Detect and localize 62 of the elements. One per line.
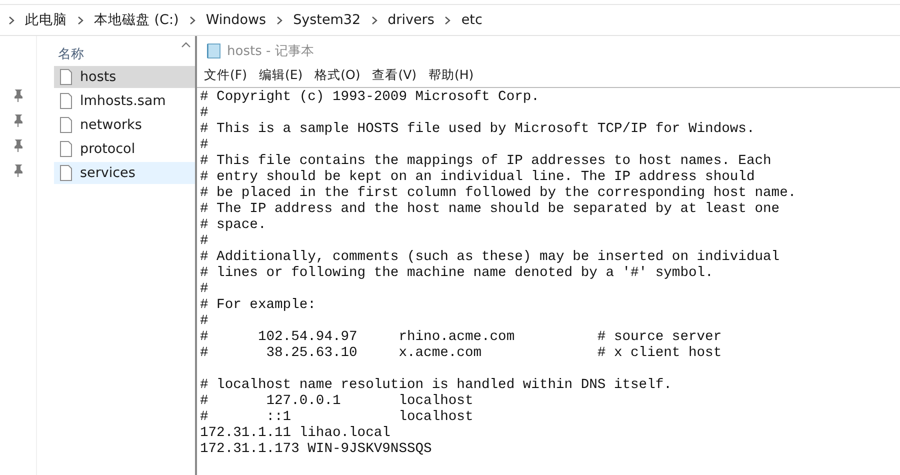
text-line: # Additionally, comments (such as these) may be inserted on individual bbox=[200, 250, 781, 266]
text-line: 172.31.1.173 WIN-9JSKV9NSSQS bbox=[200, 442, 433, 458]
text-line: # 127.0.0.1 localhost bbox=[200, 394, 474, 410]
text-line: # ::1 localhost bbox=[200, 410, 474, 426]
text-line: # bbox=[200, 106, 210, 122]
breadcrumb-item[interactable]: System32 bbox=[293, 12, 361, 28]
sort-caret-icon[interactable] bbox=[181, 42, 191, 48]
text-line: # This is a sample HOSTS file used by Microsoft TCP/IP for Windows. bbox=[200, 122, 756, 138]
text-line: # entry should be kept on an individual line. The IP address should bbox=[200, 170, 756, 186]
chevron-icon[interactable] bbox=[8, 16, 15, 24]
text-line: # bbox=[200, 138, 210, 154]
breadcrumb-item[interactable]: etc bbox=[461, 12, 482, 28]
pin-icon[interactable] bbox=[12, 139, 24, 153]
text-line: # For example: bbox=[200, 298, 317, 314]
file-row[interactable]: services bbox=[54, 162, 195, 184]
document-icon bbox=[60, 93, 72, 109]
chevron-icon[interactable] bbox=[77, 16, 84, 24]
breadcrumb-item[interactable]: drivers bbox=[388, 12, 434, 28]
text-line: # localhost name resolution is handled within DNS itself. bbox=[200, 378, 673, 394]
pin-icon[interactable] bbox=[12, 164, 24, 178]
menu-item[interactable]: 帮助(H) bbox=[428, 66, 474, 84]
text-line: # Copyright (c) 1993-2009 Microsoft Corp. bbox=[200, 90, 540, 106]
file-name: networks bbox=[80, 117, 142, 133]
menu-item[interactable]: 查看(V) bbox=[372, 66, 417, 84]
column-header[interactable]: 名称 bbox=[54, 36, 195, 64]
file-name: hosts bbox=[80, 69, 116, 85]
text-line: # bbox=[200, 234, 210, 250]
file-name: lmhosts.sam bbox=[80, 93, 166, 109]
text-line: # This file contains the mappings of IP addresses to host names. Each bbox=[200, 154, 772, 170]
text-line: 172.31.1.11 lihao.local bbox=[200, 426, 392, 442]
document-icon bbox=[60, 69, 72, 85]
text-line: # lines or following the machine name denoted by a '#' symbol. bbox=[200, 266, 714, 282]
document-icon bbox=[60, 141, 72, 157]
file-row[interactable]: networks bbox=[54, 114, 195, 136]
menu-item[interactable]: 编辑(E) bbox=[258, 66, 303, 84]
chevron-icon[interactable] bbox=[370, 16, 378, 24]
chevron-icon[interactable] bbox=[444, 16, 452, 24]
file-row[interactable]: lmhosts.sam bbox=[54, 90, 195, 112]
menu-item[interactable]: 格式(O) bbox=[314, 66, 360, 84]
pin-icon[interactable] bbox=[12, 114, 24, 128]
file-name: protocol bbox=[80, 141, 136, 157]
text-line: # The IP address and the host name should be separated by at least one bbox=[200, 202, 781, 218]
text-line: # 38.25.63.10 x.acme.com # x client host bbox=[200, 346, 723, 362]
text-line: # bbox=[200, 314, 210, 330]
file-row[interactable]: protocol bbox=[54, 138, 195, 160]
chevron-icon[interactable] bbox=[276, 16, 284, 24]
window-title: hosts - 记事本 bbox=[227, 42, 314, 60]
document-icon bbox=[60, 165, 72, 181]
breadcrumb-item[interactable]: 本地磁盘 (C:) bbox=[94, 11, 179, 29]
text-line: # bbox=[200, 282, 210, 298]
chevron-icon[interactable] bbox=[188, 16, 196, 24]
menu-item[interactable]: 文件(F) bbox=[204, 66, 247, 84]
text-line: # be placed in the first column followed by the corresponding host name. bbox=[200, 186, 798, 202]
text-line: # space. bbox=[200, 218, 268, 234]
notepad-icon bbox=[206, 42, 221, 58]
text-line: # 102.54.94.97 rhino.acme.com # source server bbox=[200, 330, 723, 346]
breadcrumb-item[interactable]: 此电脑 bbox=[25, 11, 67, 29]
file-row[interactable]: hosts bbox=[54, 66, 195, 88]
document-icon bbox=[60, 117, 72, 133]
pin-icon[interactable] bbox=[12, 89, 24, 103]
breadcrumb-item[interactable]: Windows bbox=[206, 12, 266, 28]
file-name: services bbox=[80, 165, 136, 181]
